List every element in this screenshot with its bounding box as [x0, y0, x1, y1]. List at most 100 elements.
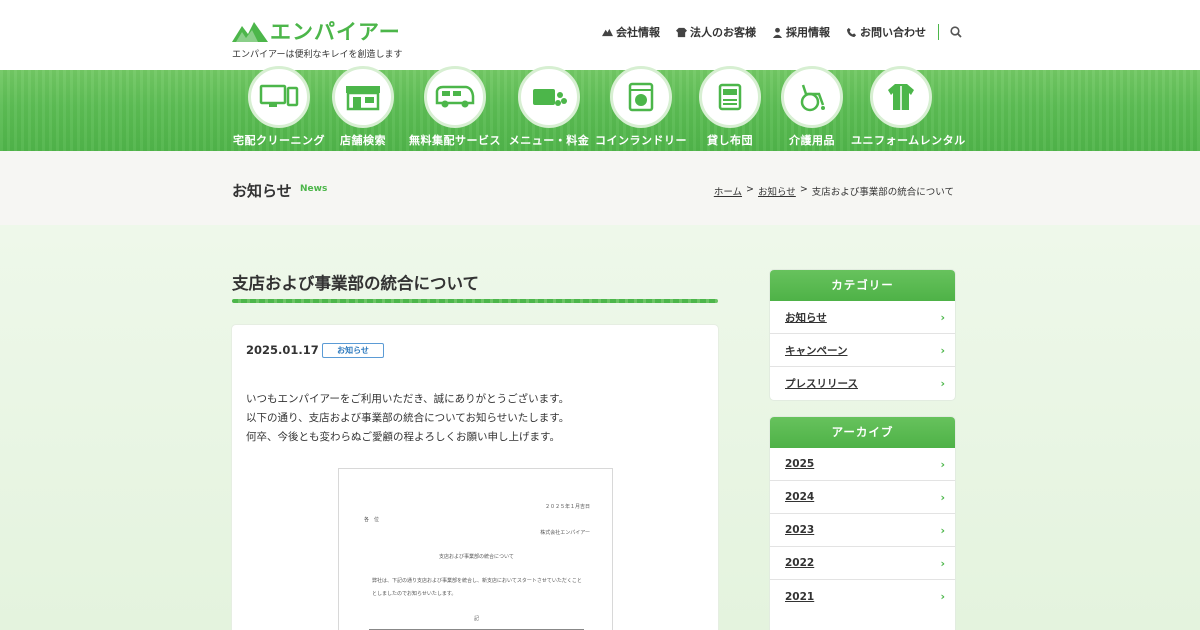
archive-label: 2021: [785, 590, 815, 603]
page-title-band: [0, 151, 1200, 225]
article-body: いつもエンパイアーをご利用いただき、誠にありがとうございます。 以下の通り、支店…: [246, 390, 569, 447]
article-card: 2025.01.17 お知らせ いつもエンパイアーをご利用いただき、誠にありがと…: [232, 325, 718, 630]
service-nav: 宅配クリーニング 店舗検索 無料集配サービス メニュー・料金 コインランドリー …: [0, 66, 1200, 151]
article-date: 2025.01.17: [246, 343, 319, 357]
category-item[interactable]: プレスリリース ›: [770, 367, 955, 400]
category-item[interactable]: キャンペーン ›: [770, 334, 955, 367]
notice-document-image: ２０２５年１月吉日 各 位 株式会社エンパイアー 支店および事業部の統合について…: [338, 468, 613, 630]
mountain-icon: [602, 28, 613, 36]
breadcrumb-news[interactable]: お知らせ: [758, 184, 796, 198]
category-header: カテゴリー: [770, 270, 955, 301]
nav-corporate-label: 法人のお客様: [690, 26, 756, 39]
service-store-search[interactable]: 店舗検索: [313, 66, 413, 148]
service-icon-circle: [332, 66, 394, 128]
category-label: プレスリリース: [785, 378, 858, 390]
service-icon-circle: [248, 66, 310, 128]
archive-box: アーカイブ 2025 › 2024 › 2023 › 2022 › 2021 ›: [770, 417, 955, 630]
chevron-right-icon: ›: [940, 490, 945, 504]
breadcrumb-home[interactable]: ホーム: [714, 184, 742, 198]
doc-line-2: としましたのでお知らせいたします。: [372, 591, 457, 597]
nav-contact-label: お問い合わせ: [860, 26, 926, 39]
doc-heading: 支店および事業部の統合について: [439, 554, 514, 560]
service-icon-circle: [424, 66, 486, 128]
uniform-icon: [888, 84, 914, 110]
breadcrumb: ホーム > お知らせ > 支店および事業部の統合について: [714, 184, 954, 198]
archive-item[interactable]: 2025 ›: [770, 448, 955, 481]
archive-item[interactable]: 2023 ›: [770, 514, 955, 547]
title-underline: [232, 299, 718, 303]
category-item[interactable]: お知らせ ›: [770, 301, 955, 334]
nav-recruit[interactable]: 採用情報: [772, 24, 830, 40]
service-label: 介護用品: [789, 134, 835, 147]
archive-item[interactable]: 2022 ›: [770, 547, 955, 580]
service-icon-circle: [610, 66, 672, 128]
chevron-right-icon: ›: [940, 377, 945, 390]
archive-label: 2022: [785, 557, 815, 569]
body-line: いつもエンパイアーをご利用いただき、誠にありがとうございます。: [246, 393, 570, 405]
archive-item[interactable]: 2021 ›: [770, 580, 955, 613]
logo[interactable]: エンパイアー: [232, 16, 401, 46]
breadcrumb-current: 支店および事業部の統合について: [811, 187, 954, 198]
service-free-pickup[interactable]: 無料集配サービス: [405, 66, 505, 148]
page-title: お知らせ: [232, 182, 292, 200]
store-icon: [346, 86, 380, 111]
service-icon-circle: [870, 66, 932, 128]
archive-label: 2023: [785, 524, 815, 536]
chevron-right-icon: ›: [940, 556, 945, 570]
chevron-right-icon: ›: [940, 590, 945, 603]
logo-text: エンパイアー: [270, 20, 401, 44]
doc-line-1: 弊社は、下記の通り支店および事業部を統合し、新支店においてスタートさせていただく…: [372, 578, 582, 584]
breadcrumb-separator: >: [746, 184, 754, 195]
van-icon: [435, 85, 475, 108]
breadcrumb-separator: >: [799, 184, 808, 195]
doc-date: ２０２５年１月吉日: [544, 504, 590, 510]
tagline: エンパイアーは便利なキレイを創造します: [232, 50, 403, 60]
top-nav: 会社情報 法人のお客様 採用情報 お問い合わせ: [602, 24, 963, 40]
nav-contact[interactable]: お問い合わせ: [846, 24, 926, 40]
site-header: エンパイアー エンパイアーは便利なキレイを創造します 会社情報 法人のお客様 採…: [0, 0, 1200, 70]
mountain-logo-icon: [232, 22, 268, 42]
category-box: カテゴリー お知らせ › キャンペーン › プレスリリース ›: [770, 270, 955, 400]
nav-company[interactable]: 会社情報: [602, 24, 660, 40]
doc-ki: 記: [474, 616, 480, 622]
wheelchair-icon: [800, 84, 825, 112]
phone-icon: [846, 27, 857, 37]
body-line: 以下の通り、支店および事業部の統合についてお知らせいたします。: [246, 412, 570, 424]
washer-icon: [628, 82, 654, 112]
archive-label: 2025: [785, 458, 815, 470]
page-title-en: News: [300, 184, 328, 194]
service-icon-circle: [518, 66, 580, 128]
service-coin-laundry[interactable]: コインランドリー: [591, 66, 691, 148]
devices-icon: [259, 84, 299, 107]
body-line: 何卒、今後とも変わらぬご愛顧の程よろしくお願い申し上げます。: [246, 431, 560, 443]
person-icon: [772, 27, 783, 38]
wallet-icon: [533, 89, 567, 106]
doc-from: 株式会社エンパイアー: [540, 530, 590, 536]
archive-label: 2024: [785, 491, 815, 503]
chevron-right-icon: ›: [940, 457, 945, 471]
article-title: 支店および事業部の統合について: [232, 274, 480, 293]
service-label: コインランドリー: [595, 134, 687, 147]
search-icon[interactable]: [949, 25, 963, 39]
service-menu-price[interactable]: メニュー・料金: [499, 66, 599, 148]
nav-recruit-label: 採用情報: [786, 26, 830, 39]
category-label: キャンペーン: [785, 344, 848, 357]
chevron-right-icon: ›: [940, 343, 945, 357]
chevron-right-icon: ›: [940, 523, 945, 537]
service-icon-circle: [781, 66, 843, 128]
service-label: ユニフォームレンタル: [851, 134, 966, 147]
archive-item[interactable]: 2024 ›: [770, 481, 955, 514]
nav-company-label: 会社情報: [616, 26, 660, 39]
service-icon-circle: [699, 66, 761, 128]
service-label: 店舗検索: [340, 134, 386, 147]
service-label: 無料集配サービス: [409, 134, 501, 147]
doc-to: 各 位: [364, 517, 380, 523]
archive-header: アーカイブ: [770, 417, 955, 448]
chevron-right-icon: ›: [940, 310, 945, 324]
service-care-goods[interactable]: 介護用品: [762, 66, 862, 148]
futon-icon: [718, 83, 742, 111]
category-tag[interactable]: お知らせ: [322, 343, 384, 358]
nav-divider: [938, 24, 939, 40]
service-uniform-rental[interactable]: ユニフォームレンタル: [851, 66, 966, 148]
nav-corporate[interactable]: 法人のお客様: [676, 24, 756, 40]
